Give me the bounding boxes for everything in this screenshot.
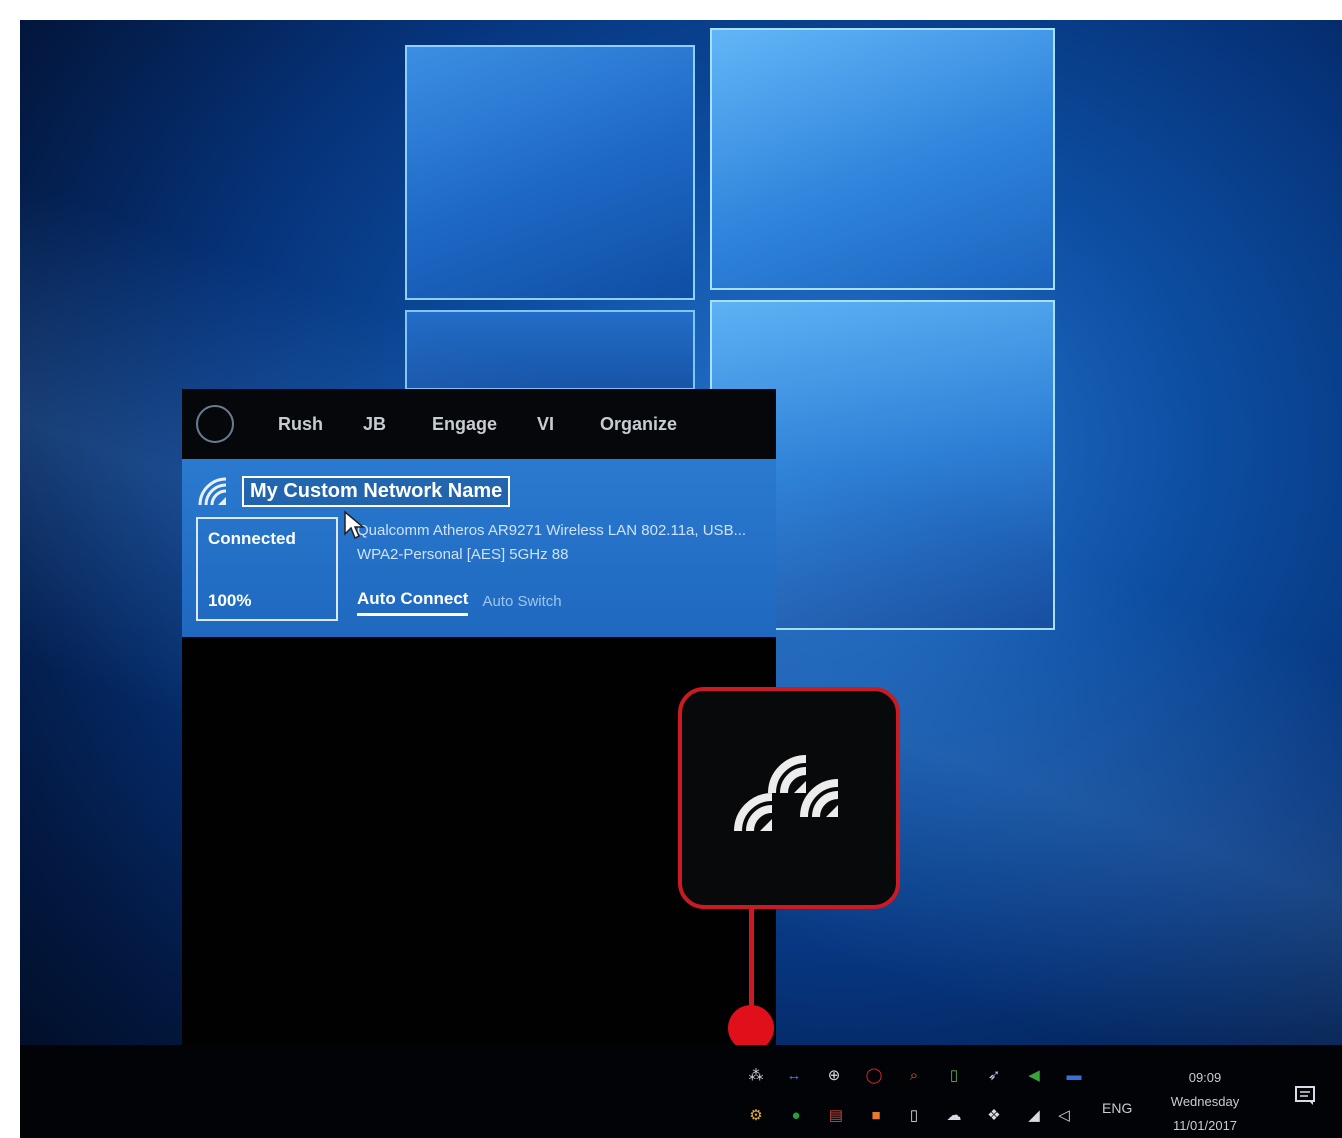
rocket-icon[interactable]: ➶ [984, 1065, 1004, 1085]
tab-auto-switch[interactable]: Auto Switch [482, 593, 561, 616]
toolbar-item-vi[interactable]: VI [537, 414, 554, 435]
wifi-icon[interactable]: ◢ [1024, 1105, 1044, 1125]
wifi-signal-icon [198, 477, 227, 506]
adapter-details: Qualcomm Atheros AR9271 Wireless LAN 802… [357, 519, 746, 567]
toolbar-item-organize[interactable]: Organize [600, 414, 677, 435]
language-indicator[interactable]: ENG [1102, 1100, 1132, 1116]
clock[interactable]: 09:09 Wednesday 11/01/2017 [1150, 1066, 1260, 1138]
desktop: Rush JB Engage VI Organize My Custom Net… [20, 20, 1342, 1138]
red-circle-icon[interactable]: ◯ [864, 1065, 884, 1085]
usb-icon[interactable]: ▯ [904, 1105, 924, 1125]
network-header: My Custom Network Name [196, 475, 511, 507]
arrows-icon[interactable]: ↔ [784, 1065, 804, 1085]
network-name-field[interactable]: My Custom Network Name [242, 475, 511, 507]
dropbox-icon[interactable]: ❖ [984, 1105, 1004, 1125]
globe-icon[interactable]: ⊕ [824, 1065, 844, 1085]
cloud-icon[interactable]: ☁ [944, 1105, 964, 1125]
phone-icon[interactable]: ▯ [944, 1065, 964, 1085]
flyout-toolbar: Rush JB Engage VI Organize [182, 389, 776, 459]
action-center-icon[interactable] [1293, 1084, 1317, 1108]
connection-status: Connected [208, 529, 296, 548]
callout-box [678, 687, 900, 909]
mouse-cursor-icon [344, 510, 365, 540]
speaker-icon[interactable]: ◁ [1054, 1105, 1074, 1125]
circle-icon[interactable] [196, 405, 234, 443]
green-arrow-icon[interactable]: ◀ [1024, 1065, 1044, 1085]
tab-auto-connect[interactable]: Auto Connect [357, 589, 469, 616]
network-icon[interactable]: ⁂ [746, 1065, 766, 1085]
adapter-line: Qualcomm Atheros AR9271 Wireless LAN 802… [357, 522, 747, 539]
clock-date: 11/01/2017 [1172, 1118, 1238, 1133]
toolbar-item-jb[interactable]: JB [363, 414, 386, 435]
orange-box-icon[interactable]: ■ [866, 1105, 886, 1125]
connection-tabs: Auto Connect Auto Switch [357, 589, 562, 616]
wifi-networks-icon [734, 755, 839, 832]
taskbar [20, 1045, 1342, 1138]
signal-strength: 100% [208, 591, 252, 610]
clock-day: Wednesday [1170, 1094, 1240, 1109]
network-panel: My Custom Network Name Connected 100% Qu… [182, 459, 776, 637]
green-circle-icon[interactable]: ● [786, 1105, 806, 1125]
connection-status-tile[interactable]: Connected 100% [196, 517, 338, 621]
search-icon[interactable]: ⌕ [904, 1065, 924, 1085]
toolbar-item-rush[interactable]: Rush [278, 414, 323, 435]
gear-icon[interactable]: ⚙ [746, 1105, 766, 1125]
toolbar-item-engage[interactable]: Engage [432, 414, 497, 435]
flag-icon[interactable]: ▬ [1064, 1065, 1084, 1085]
clock-time: 09:09 [1188, 1070, 1222, 1085]
document-icon[interactable]: ▤ [826, 1105, 846, 1125]
security-line: WPA2-Personal [AES] 5GHz 88 [357, 546, 569, 563]
